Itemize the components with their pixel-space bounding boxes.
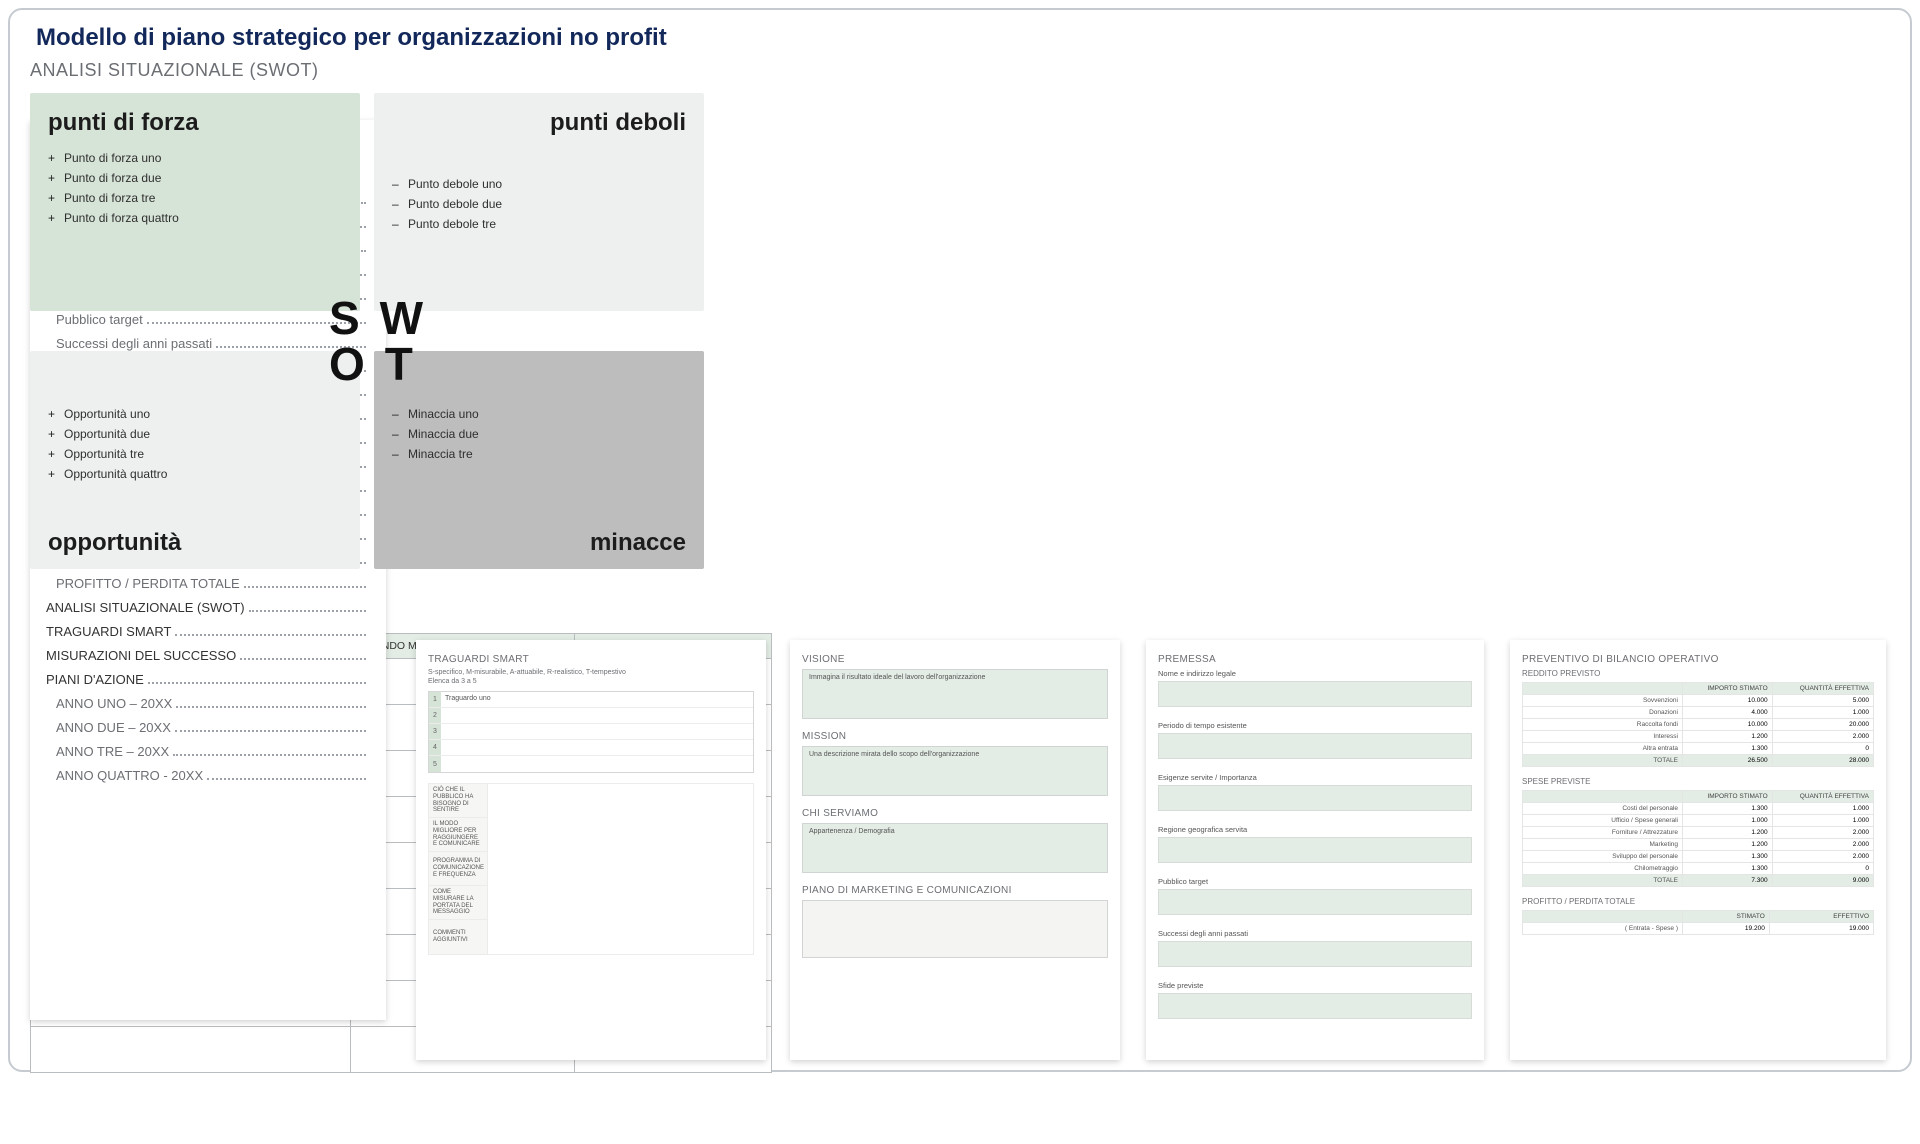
b1-aux-label: COME MISURARE LA PORTATA DEL MESSAGGIO xyxy=(429,886,487,920)
b2-box[interactable]: Una descrizione mirata dello scopo dell'… xyxy=(802,746,1108,796)
b2-sec-title: VISIONE xyxy=(802,654,1108,665)
b4-income-title: REDDITO PREVISTO xyxy=(1522,669,1874,678)
b2-box[interactable] xyxy=(802,900,1108,958)
b3-box[interactable] xyxy=(1158,733,1472,759)
b2-sec-title: CHI SERVIAMO xyxy=(802,808,1108,819)
b3-box[interactable] xyxy=(1158,993,1472,1019)
swot-s-title: punti di forza xyxy=(48,109,342,137)
b3-box[interactable] xyxy=(1158,889,1472,915)
toc-item: PIANI D'AZIONE xyxy=(46,672,370,687)
b3-title: PREMESSA xyxy=(1158,654,1472,665)
b3-label: Periodo di tempo esistente xyxy=(1158,721,1472,730)
toc-item: ANNO DUE – 20XX xyxy=(46,720,370,735)
card-premessa: PREMESSA Nome e indirizzo legale Periodo … xyxy=(1146,640,1484,1060)
toc-item: ANALISI SITUAZIONALE (SWOT) xyxy=(46,600,370,615)
b1-aux-label: PROGRAMMA DI COMUNICAZIONE E FREQUENZA xyxy=(429,852,487,886)
b3-label: Sfide previste xyxy=(1158,981,1472,990)
b4-profit-title: PROFITTO / PERDITA TOTALE xyxy=(1522,897,1874,906)
swot-item: Minaccia due xyxy=(392,427,686,441)
main-title: Modello di piano strategico per organizz… xyxy=(36,24,1890,52)
swot-item: Opportunità due xyxy=(48,427,342,441)
b4-title: PREVENTIVO DI BILANCIO OPERATIVO xyxy=(1522,654,1874,665)
b1-sub: S-specifico, M-misurabile, A-attuabile, … xyxy=(428,669,754,676)
swot-item: Opportunità quattro xyxy=(48,467,342,481)
toc-item: TRAGUARDI SMART xyxy=(46,624,370,639)
card-visione-mission: VISIONE Immagina il risultato ideale del … xyxy=(790,640,1120,1060)
b3-label: Successi degli anni passati xyxy=(1158,929,1472,938)
b3-label: Nome e indirizzo legale xyxy=(1158,669,1472,678)
swot-item: Opportunità tre xyxy=(48,447,342,461)
swot-item: Minaccia uno xyxy=(392,407,686,421)
card-swot: ANALISI SITUAZIONALE (SWOT) punti di for… xyxy=(30,60,720,602)
swot-item: Punto di forza tre xyxy=(48,191,342,205)
b1-scale: Elenca da 3 a 5 xyxy=(428,678,754,685)
b3-box[interactable] xyxy=(1158,681,1472,707)
b2-box[interactable]: Immagina il risultato ideale del lavoro … xyxy=(802,669,1108,719)
swot-t-title: minacce xyxy=(590,529,686,557)
swot-w-title: punti deboli xyxy=(392,109,686,137)
swot-title: ANALISI SITUAZIONALE (SWOT) xyxy=(30,60,720,81)
b3-box[interactable] xyxy=(1158,785,1472,811)
swot-item: Punto debole tre xyxy=(392,217,686,231)
b4-exp-title: SPESE PREVISTE xyxy=(1522,777,1874,786)
mis-cell[interactable] xyxy=(31,1027,351,1073)
b3-label: Regione geografica servita xyxy=(1158,825,1472,834)
swot-item: Punto debole uno xyxy=(392,177,686,191)
b3-label: Pubblico target xyxy=(1158,877,1472,886)
letter-s: S xyxy=(329,295,358,341)
swot-item: Opportunità uno xyxy=(48,407,342,421)
swot-weaknesses: punti deboli Punto debole uno Punto debol… xyxy=(374,93,704,311)
b3-label: Esigenze servite / Importanza xyxy=(1158,773,1472,782)
swot-item: Punto di forza due xyxy=(48,171,342,185)
b1-aux-label: COMMENTI AGGIUNTIVI xyxy=(429,920,487,954)
swot-item: Punto di forza uno xyxy=(48,151,342,165)
letter-w: W xyxy=(380,295,421,341)
toc-item: MISURAZIONI DEL SUCCESSO xyxy=(46,648,370,663)
toc-item: ANNO QUATTRO - 20XX xyxy=(46,768,370,783)
b1-title: TRAGUARDI SMART xyxy=(428,654,754,665)
b1-aux-label: CIÒ CHE IL PUBBLICO HA BISOGNO DI SENTIR… xyxy=(429,784,487,818)
swot-item: Punto di forza quattro xyxy=(48,211,342,225)
card-traguardi: TRAGUARDI SMART S-specifico, M-misurabil… xyxy=(416,640,766,1060)
b2-sec-title: PIANO DI MARKETING E COMUNICAZIONI xyxy=(802,885,1108,896)
swot-center-letters: SW OT xyxy=(329,295,421,387)
b2-sec-title: MISSION xyxy=(802,731,1108,742)
letter-o: O xyxy=(329,341,363,387)
b3-box[interactable] xyxy=(1158,941,1472,967)
swot-opportunities: Opportunità uno Opportunità due Opportunit… xyxy=(30,351,360,569)
toc-item: ANNO UNO – 20XX xyxy=(46,696,370,711)
b3-box[interactable] xyxy=(1158,837,1472,863)
b2-box[interactable]: Appartenenza / Demografia xyxy=(802,823,1108,873)
swot-strengths: punti di forza Punto di forza uno Punto d… xyxy=(30,93,360,311)
card-preventivo: PREVENTIVO DI BILANCIO OPERATIVO REDDITO… xyxy=(1510,640,1886,1060)
toc-item: ANNO TRE – 20XX xyxy=(46,744,370,759)
swot-item: Minaccia tre xyxy=(392,447,686,461)
swot-item: Punto debole due xyxy=(392,197,686,211)
swot-o-title: opportunità xyxy=(48,529,181,557)
document-frame: Modello di piano strategico per organizz… xyxy=(8,8,1912,1072)
swot-threats: Minaccia uno Minaccia due Minaccia tre min… xyxy=(374,351,704,569)
letter-t: T xyxy=(385,341,411,387)
layout-grid: SOMMARIO PREMESSANome e indirizzo legale… xyxy=(30,60,1890,1060)
b1-aux-label: IL MODO MIGLIORE PER RAGGIUNGERE E COMUN… xyxy=(429,818,487,852)
